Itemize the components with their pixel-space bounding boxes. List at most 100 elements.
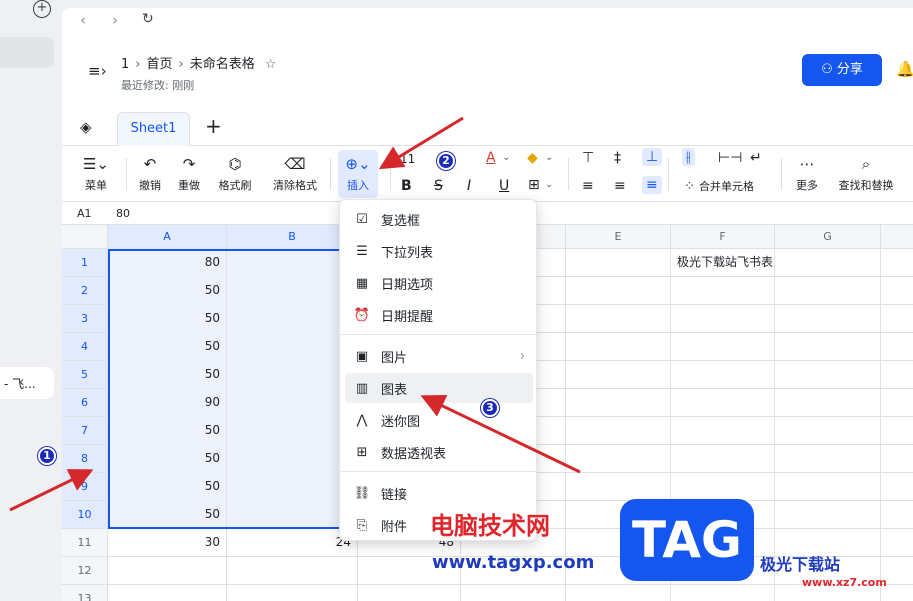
cell[interactable]: [358, 585, 461, 601]
expand-menu-icon[interactable]: ≡›: [88, 62, 107, 80]
align-top-icon[interactable]: ⊤: [582, 150, 594, 166]
row-header[interactable]: 4: [62, 333, 108, 361]
cell[interactable]: [775, 305, 881, 333]
cell[interactable]: [775, 389, 881, 417]
breadcrumb-item[interactable]: 1: [121, 57, 129, 72]
row-header[interactable]: 1: [62, 249, 108, 277]
row-header[interactable]: 12: [62, 557, 108, 585]
cell[interactable]: [566, 445, 671, 473]
underline-icon[interactable]: U: [499, 178, 509, 194]
menu-item-image[interactable]: ▣ 图片 ›: [345, 341, 533, 371]
new-doc-icon[interactable]: +: [33, 0, 51, 18]
add-sheet-icon[interactable]: +: [205, 114, 222, 138]
cell[interactable]: 50: [108, 361, 227, 389]
cell[interactable]: [566, 333, 671, 361]
align-right-icon[interactable]: ≡: [642, 176, 662, 194]
font-size-select[interactable]: 11: [400, 152, 415, 166]
cell[interactable]: [775, 445, 881, 473]
cell[interactable]: 30: [108, 529, 227, 557]
font-color-icon[interactable]: A: [486, 150, 496, 166]
cell[interactable]: [775, 333, 881, 361]
cell[interactable]: [566, 417, 671, 445]
cell[interactable]: [566, 585, 671, 601]
format-painter-button[interactable]: ⌬ 格式刷: [214, 154, 256, 193]
wrap-text-icon[interactable]: ↵: [750, 150, 762, 166]
menu-item-pivot-table[interactable]: ⊞ 数据透视表: [345, 437, 533, 467]
cell[interactable]: [108, 557, 227, 585]
share-button[interactable]: ⚇ 分享: [802, 54, 882, 86]
cell[interactable]: 90: [108, 389, 227, 417]
bold-icon[interactable]: B: [401, 178, 412, 194]
cell[interactable]: [461, 585, 566, 601]
row-header[interactable]: 10: [62, 501, 108, 529]
cell[interactable]: 极光下载站飞书表: [671, 249, 775, 277]
cell[interactable]: [671, 417, 775, 445]
font-color-chevron-icon[interactable]: ⌄: [502, 152, 510, 163]
cell[interactable]: [671, 333, 775, 361]
cell[interactable]: [671, 361, 775, 389]
menu-item-chart[interactable]: ▥ 图表: [345, 373, 533, 403]
cell[interactable]: 50: [108, 277, 227, 305]
align-left-icon[interactable]: ≡: [582, 178, 594, 194]
doc-title[interactable]: 未命名表格: [190, 57, 255, 72]
forward-icon[interactable]: ›: [112, 11, 118, 29]
cell[interactable]: [227, 585, 358, 601]
sidebar-recent-item[interactable]: - 飞...: [0, 367, 54, 399]
row-header[interactable]: 6: [62, 389, 108, 417]
cell[interactable]: [671, 473, 775, 501]
undo-button[interactable]: ↶ 撤销: [134, 154, 166, 193]
column-width-icon[interactable]: ⊢⊣: [718, 150, 742, 166]
border-chevron-icon[interactable]: ⌄: [545, 179, 553, 190]
find-replace-button[interactable]: ⌕ 查找和替换: [834, 154, 898, 193]
star-icon[interactable]: ☆: [265, 57, 277, 72]
cell[interactable]: [566, 305, 671, 333]
more-button[interactable]: ⋯ 更多: [790, 154, 824, 193]
menu-item-date-option[interactable]: ▦ 日期选项: [345, 268, 533, 298]
row-header[interactable]: 11: [62, 529, 108, 557]
cell[interactable]: 50: [108, 417, 227, 445]
column-header-g[interactable]: G: [775, 225, 881, 249]
cell[interactable]: [566, 473, 671, 501]
row-header[interactable]: 3: [62, 305, 108, 333]
cell[interactable]: [671, 305, 775, 333]
insert-button[interactable]: ⊕⌄ 插入: [338, 150, 378, 198]
merge-cells-button[interactable]: ⁘ 合并单元格: [684, 178, 776, 194]
clear-format-button[interactable]: ⌫ 清除格式: [267, 154, 323, 193]
formula-input[interactable]: 80: [116, 207, 130, 220]
cell[interactable]: [671, 585, 775, 601]
cell-reference[interactable]: A1: [77, 207, 92, 220]
fill-color-chevron-icon[interactable]: ⌄: [545, 152, 553, 163]
tab-sheet1[interactable]: Sheet1: [117, 112, 190, 146]
column-header-f[interactable]: F: [671, 225, 775, 249]
row-header[interactable]: 8: [62, 445, 108, 473]
cell[interactable]: 80: [108, 249, 227, 277]
redo-button[interactable]: ↷ 重做: [173, 154, 205, 193]
breadcrumb-item[interactable]: 首页: [146, 57, 172, 72]
cell[interactable]: [671, 277, 775, 305]
cell[interactable]: [775, 361, 881, 389]
column-header-a[interactable]: A: [108, 225, 227, 249]
column-header-e[interactable]: E: [566, 225, 671, 249]
bell-icon[interactable]: 🔔: [896, 60, 913, 78]
fill-color-icon[interactable]: ◆: [527, 150, 538, 166]
row-header[interactable]: 7: [62, 417, 108, 445]
strikethrough-icon[interactable]: S: [434, 178, 443, 194]
row-header[interactable]: 9: [62, 473, 108, 501]
cell[interactable]: [775, 473, 881, 501]
cell[interactable]: 50: [108, 305, 227, 333]
cell[interactable]: [775, 417, 881, 445]
border-icon[interactable]: ⊞: [528, 177, 540, 193]
row-header[interactable]: 2: [62, 277, 108, 305]
cell[interactable]: 50: [108, 333, 227, 361]
cell[interactable]: [775, 249, 881, 277]
cell[interactable]: [566, 389, 671, 417]
cell[interactable]: [671, 445, 775, 473]
row-header[interactable]: 13: [62, 585, 108, 601]
cell[interactable]: [566, 249, 671, 277]
cell[interactable]: [775, 501, 881, 529]
cell[interactable]: 50: [108, 473, 227, 501]
cell[interactable]: [227, 557, 358, 585]
cell[interactable]: [671, 389, 775, 417]
cell[interactable]: [108, 585, 227, 601]
cell[interactable]: 50: [108, 445, 227, 473]
